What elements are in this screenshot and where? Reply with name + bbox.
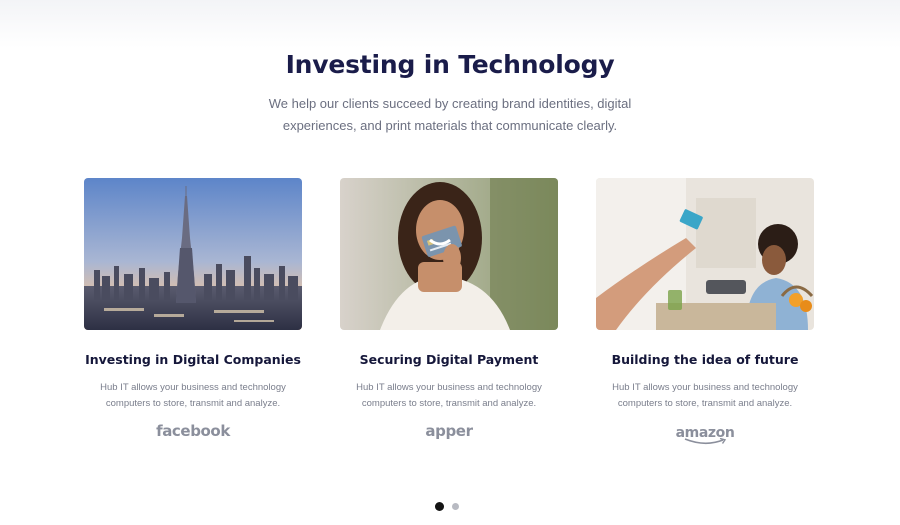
card-description: Hub IT allows your business and technolo…	[612, 382, 798, 409]
card-heading: Building the idea of future	[611, 352, 799, 367]
investing-section: Investing in Technology We help our clie…	[0, 0, 900, 525]
woman-holding-card-photo	[340, 178, 558, 330]
carousel-dot-1[interactable]	[435, 502, 444, 511]
card-digital-payment[interactable]: Securing Digital Payment Hub IT allows y…	[340, 178, 558, 444]
card-idea-of-future[interactable]: Building the idea of future Hub IT allow…	[596, 178, 814, 445]
carousel-dot-2[interactable]	[452, 503, 459, 510]
card-digital-companies[interactable]: Investing in Digital Companies Hub IT al…	[84, 178, 302, 444]
carousel-pagination	[435, 502, 459, 511]
amazon-wordmark: amazon	[675, 425, 735, 441]
city-skyline-photo	[84, 178, 302, 330]
card-description: Hub IT allows your business and technolo…	[100, 382, 286, 409]
card-heading: Securing Digital Payment	[359, 352, 539, 367]
section-subtitle: We help our clients succeed by creating …	[268, 96, 632, 133]
section-title: Investing in Technology	[285, 50, 615, 79]
facebook-logo: facebook	[156, 422, 230, 440]
card-heading: Investing in Digital Companies	[85, 352, 301, 367]
card-payment-photo	[596, 178, 814, 330]
card-description: Hub IT allows your business and technolo…	[356, 382, 542, 409]
apper-logo: apper	[425, 422, 473, 440]
amazon-logo: amazon	[596, 422, 814, 445]
